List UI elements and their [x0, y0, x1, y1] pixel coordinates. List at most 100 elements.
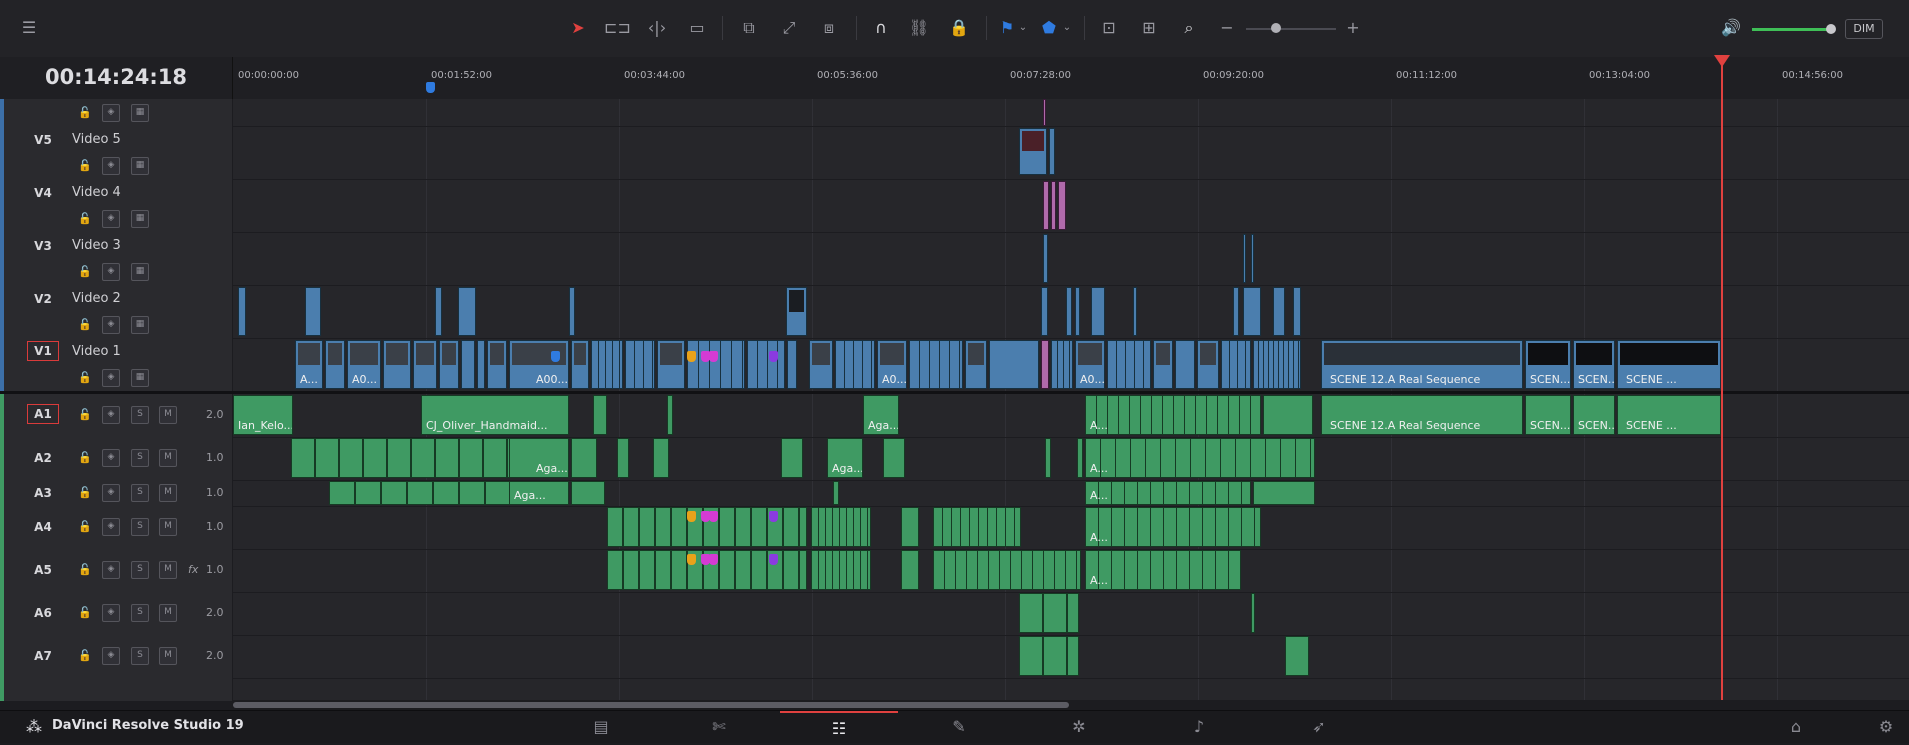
track-fx-indicator[interactable]: fx — [188, 562, 198, 578]
solo-button[interactable]: S — [131, 647, 149, 665]
auto-select-icon[interactable]: ◈ — [102, 484, 120, 502]
track-id-selected[interactable]: V1 — [27, 341, 59, 361]
snapping-icon[interactable]: ∩ — [868, 18, 894, 38]
timeline-ruler[interactable]: 00:00:00:00 00:01:52:00 00:03:44:00 00:0… — [233, 57, 1909, 100]
media-page-tab-icon[interactable]: ▤ — [542, 711, 660, 743]
video-clip[interactable] — [1091, 287, 1105, 336]
audio-clip[interactable] — [1253, 481, 1315, 505]
mute-button[interactable]: M — [159, 647, 177, 665]
blade-tool-icon[interactable]: ▭ — [684, 18, 710, 38]
video-toggle-icon[interactable]: ▦ — [131, 369, 149, 387]
speaker-icon[interactable]: 🔊 — [1718, 18, 1744, 38]
zoom-slider-handle[interactable] — [1271, 23, 1281, 33]
audio-clip[interactable] — [901, 507, 919, 547]
video-clip-group[interactable] — [1253, 340, 1301, 389]
lock-icon[interactable]: 🔓 — [78, 211, 92, 227]
video-toggle-icon[interactable]: ▦ — [131, 157, 149, 175]
zoom-in-icon[interactable]: + — [1340, 18, 1366, 38]
video-toggle-icon[interactable]: ▦ — [131, 263, 149, 281]
fusion-page-tab-icon[interactable]: ✎ — [900, 711, 1018, 743]
track-header-v2[interactable]: V2 Video 2 🔓 ◈ ▦ — [0, 285, 232, 339]
track-header-v5[interactable]: V5 Video 5 🔓 ◈ ▦ — [0, 126, 232, 180]
timecode-display[interactable]: 00:14:24:18 — [0, 65, 232, 89]
video-clip-group[interactable] — [591, 340, 623, 389]
lock-icon[interactable]: 🔓 — [78, 105, 92, 121]
video-clip[interactable] — [1133, 287, 1137, 336]
video-clip-group[interactable] — [687, 340, 745, 389]
selection-tool-icon[interactable]: ➤ — [565, 18, 591, 38]
audio-clip-group[interactable]: A... — [1085, 438, 1315, 478]
linked-selection-icon[interactable]: ⛓ — [906, 18, 932, 38]
mute-button[interactable]: M — [159, 449, 177, 467]
audio-clip-group[interactable] — [1019, 593, 1079, 633]
auto-select-icon[interactable]: ◈ — [102, 449, 120, 467]
zoom-out-icon[interactable]: − — [1214, 18, 1240, 38]
video-clip[interactable]: A00... — [509, 340, 569, 389]
home-icon[interactable]: ⌂ — [1776, 711, 1816, 743]
trim-tool-icon[interactable]: ⊏⊐ — [604, 18, 631, 38]
audio-clip[interactable] — [571, 438, 597, 478]
audio-clip[interactable]: CJ_Oliver_Handmaid... — [421, 395, 569, 435]
auto-select-icon[interactable]: ◈ — [102, 369, 120, 387]
dim-button[interactable]: DIM — [1845, 19, 1883, 39]
solo-button[interactable]: S — [131, 484, 149, 502]
lock-icon[interactable]: 🔓 — [78, 648, 92, 664]
track-header-a5[interactable]: A5 🔓 ◈ S M fx 1.0 — [0, 549, 232, 593]
video-clip-group[interactable] — [1051, 340, 1073, 389]
video-clip[interactable] — [1043, 234, 1048, 283]
mute-button[interactable]: M — [159, 561, 177, 579]
audio-clip[interactable] — [617, 438, 629, 478]
compound-clip[interactable]: SCEN... — [1525, 340, 1571, 389]
auto-select-icon[interactable]: ◈ — [102, 104, 120, 122]
audio-clip-group[interactable] — [811, 550, 871, 590]
video-clip[interactable] — [413, 340, 437, 389]
audio-clip[interactable]: Aga... — [509, 481, 569, 505]
scrollbar-thumb[interactable] — [233, 702, 1069, 708]
video-clip[interactable] — [1251, 234, 1254, 283]
video-clip[interactable] — [1153, 340, 1173, 389]
clip-marker[interactable] — [709, 554, 718, 565]
video-clip[interactable] — [439, 340, 459, 389]
auto-select-icon[interactable]: ◈ — [102, 210, 120, 228]
audio-clip-group[interactable] — [933, 507, 1021, 547]
track-name[interactable]: Video 5 — [72, 132, 121, 147]
auto-select-icon[interactable]: ◈ — [102, 316, 120, 334]
horizontal-scrollbar[interactable] — [233, 700, 1909, 710]
lock-icon[interactable]: 🔓 — [78, 450, 92, 466]
playhead-handle[interactable] — [1714, 55, 1730, 67]
video-clip[interactable] — [487, 340, 507, 389]
replace-clip-icon[interactable]: ⧈ — [816, 18, 842, 38]
video-clip[interactable] — [1175, 340, 1195, 389]
clip-marker[interactable] — [769, 351, 778, 362]
clip-marker[interactable] — [709, 351, 718, 362]
audio-clip[interactable] — [653, 438, 669, 478]
mute-button[interactable]: M — [159, 484, 177, 502]
audio-clip[interactable] — [593, 395, 607, 435]
lock-icon[interactable]: 🔓 — [78, 407, 92, 423]
video-clip[interactable]: A... — [295, 340, 323, 389]
video-clip-group[interactable] — [835, 340, 875, 389]
track-id-selected[interactable]: A1 — [27, 404, 59, 424]
video-clip[interactable] — [325, 340, 345, 389]
video-clip[interactable] — [461, 340, 475, 389]
audio-clip[interactable]: Aga... — [863, 395, 899, 435]
track-header-a7[interactable]: A7 🔓 ◈ S M 2.0 — [0, 635, 232, 679]
clip-marker[interactable] — [769, 511, 778, 522]
video-clip[interactable] — [965, 340, 987, 389]
track-header-v3[interactable]: V3 Video 3 🔓 ◈ ▦ — [0, 232, 232, 286]
auto-select-icon[interactable]: ◈ — [102, 406, 120, 424]
solo-button[interactable]: S — [131, 449, 149, 467]
fairlight-page-tab-icon[interactable]: ♪ — [1140, 711, 1258, 743]
video-clip[interactable] — [1051, 181, 1056, 230]
video-clip-group[interactable] — [909, 340, 963, 389]
video-clip-group[interactable] — [747, 340, 785, 389]
playhead[interactable] — [1721, 57, 1723, 700]
zoom-detail-icon[interactable]: ⊞ — [1136, 18, 1162, 38]
lock-icon[interactable]: 🔓 — [78, 605, 92, 621]
track-header-a6[interactable]: A6 🔓 ◈ S M 2.0 — [0, 592, 232, 636]
video-clip[interactable]: A0... — [347, 340, 381, 389]
auto-select-icon[interactable]: ◈ — [102, 647, 120, 665]
lock-icon[interactable]: 🔓 — [78, 485, 92, 501]
auto-select-icon[interactable]: ◈ — [102, 604, 120, 622]
lock-icon[interactable]: 🔓 — [78, 519, 92, 535]
